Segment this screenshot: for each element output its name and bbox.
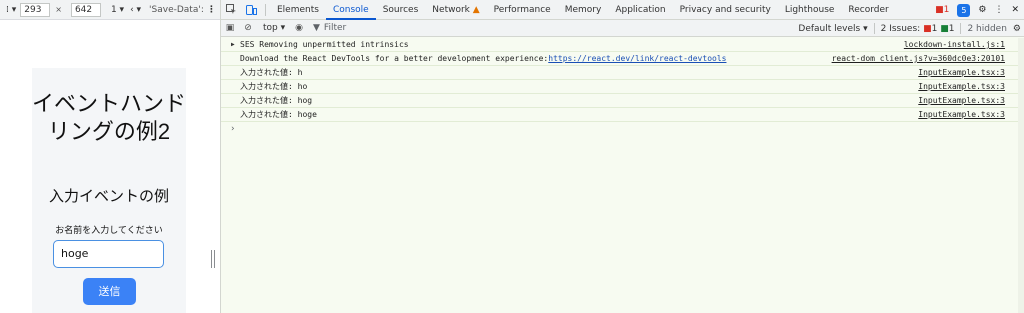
console-toolbar: ▣ ⊘ top ▾ ◉ ▼ Filter Default levels ▾ 2 I… xyxy=(221,20,1024,37)
profile-icon[interactable]: 5 xyxy=(957,3,971,17)
console-row: 入力された値: hoge InputExample.tsx:3 xyxy=(221,108,1024,122)
filter-placeholder: Filter xyxy=(323,23,347,33)
page-heading: イベントハンドリングの例2 xyxy=(32,91,187,144)
source-link[interactable]: InputExample.tsx:3 xyxy=(918,66,1005,79)
throttle-dropdown[interactable]: ‹ ▾ xyxy=(130,5,141,15)
tab-lighthouse[interactable]: Lighthouse xyxy=(778,0,842,20)
tab-network-label: Network xyxy=(432,4,470,15)
issues-label: 2 Issues: xyxy=(880,23,921,34)
device-preview-pane: ⁞ ▾ 293 × 642 1 ▾ ‹ ▾ 'Save-Data': d ⋮ イ… xyxy=(0,0,220,313)
device-menu-button[interactable]: ⁞ ▾ xyxy=(6,5,16,15)
console-row: Download the React DevTools for a better… xyxy=(221,52,1024,66)
tabbar-divider xyxy=(265,3,266,16)
console-messages: ▶ SES Removing unpermitted intrinsics lo… xyxy=(221,38,1024,313)
console-message: 入力された値: ho xyxy=(240,82,308,91)
zoom-dropdown[interactable]: 1 ▾ xyxy=(111,5,124,15)
tab-performance[interactable]: Performance xyxy=(487,0,558,20)
toolbar-divider xyxy=(960,23,962,34)
device-toolbar-toggle-icon[interactable] xyxy=(241,0,261,20)
app-card: イベントハンドリングの例2 入力イベントの例 お名前を入力してください hoge… xyxy=(32,68,186,313)
device-toolbar: ⁞ ▾ 293 × 642 1 ▾ ‹ ▾ 'Save-Data': d ⋮ xyxy=(0,0,220,20)
source-link[interactable]: react-dom_client.js?v=360dc0e3:20101 xyxy=(832,52,1005,65)
console-message: 入力された値: hoge xyxy=(240,110,317,119)
settings-gear-icon[interactable]: ⚙ xyxy=(978,5,986,15)
expand-triangle-icon[interactable]: ▶ xyxy=(231,38,235,51)
tab-privacy-security[interactable]: Privacy and security xyxy=(673,0,778,20)
name-input-label: お名前を入力してください xyxy=(55,226,163,236)
tab-elements[interactable]: Elements xyxy=(270,0,326,20)
console-row: 入力された値: hog InputExample.tsx:3 xyxy=(221,94,1024,108)
hidden-count: 2 hidden xyxy=(967,23,1007,34)
prompt-chevron-icon: › xyxy=(231,124,235,134)
more-options-icon[interactable]: ⋮ xyxy=(994,5,1003,15)
name-input[interactable]: hoge xyxy=(53,240,164,268)
inspect-element-icon[interactable] xyxy=(221,0,241,20)
save-data-dropdown[interactable]: 'Save-Data': d xyxy=(149,5,203,15)
filter-funnel-icon: ▼ xyxy=(313,23,320,33)
sidebar-toggle-icon[interactable]: ▣ xyxy=(221,23,239,33)
console-message: Download the React DevTools for a better… xyxy=(240,54,549,63)
device-height-input[interactable]: 642 xyxy=(70,2,101,17)
issues-info-count: 1 xyxy=(948,23,955,34)
toolbar-divider xyxy=(873,23,875,34)
console-settings-gear-icon[interactable]: ⚙ xyxy=(1013,24,1021,34)
close-devtools-icon[interactable]: ✕ xyxy=(1011,5,1019,15)
console-scrollbar[interactable] xyxy=(1018,38,1024,313)
issues-info-icon: ■ xyxy=(940,23,949,34)
issues-error-icon: ■ xyxy=(923,23,932,34)
error-counter[interactable]: ■1 xyxy=(935,5,949,15)
console-prompt[interactable]: › xyxy=(221,122,1024,136)
context-selector[interactable]: top ▾ xyxy=(263,23,285,33)
console-message: SES Removing unpermitted intrinsics xyxy=(240,40,409,49)
resize-handle[interactable] xyxy=(210,250,216,272)
console-message: 入力された値: h xyxy=(240,68,303,77)
live-expression-eye-icon[interactable]: ◉ xyxy=(295,23,303,33)
filter-input[interactable]: ▼ Filter xyxy=(313,23,346,33)
console-row: 入力された値: h InputExample.tsx:3 xyxy=(221,66,1024,80)
error-count: 1 xyxy=(943,5,950,15)
tab-recorder[interactable]: Recorder xyxy=(841,0,895,20)
issues-button[interactable]: 2 Issues: ■1 ■1 xyxy=(881,24,955,34)
error-icon: ■ xyxy=(935,5,944,15)
console-row: 入力された値: ho InputExample.tsx:3 xyxy=(221,80,1024,94)
console-row[interactable]: ▶ SES Removing unpermitted intrinsics lo… xyxy=(221,38,1024,52)
device-more-icon[interactable]: ⋮ xyxy=(207,5,216,15)
section-heading: 入力イベントの例 xyxy=(48,188,169,205)
clear-console-icon[interactable]: ⊘ xyxy=(239,23,257,33)
issues-error-count: 1 xyxy=(931,23,938,34)
submit-button[interactable]: 送信 xyxy=(83,278,136,305)
devtools-tabbar: Elements Console Sources Network ▲ Perfo… xyxy=(221,0,1024,20)
console-toolbar-right: Default levels ▾ 2 Issues: ■1 ■1 2 hidde… xyxy=(798,20,1021,37)
source-link[interactable]: InputExample.tsx:3 xyxy=(918,94,1005,107)
react-devtools-link[interactable]: https://react.dev/link/react-devtools xyxy=(548,54,726,63)
log-levels-dropdown[interactable]: Default levels ▾ xyxy=(798,24,867,34)
warning-icon: ▲ xyxy=(472,4,480,15)
source-link[interactable]: lockdown-install.js:1 xyxy=(904,38,1005,51)
tab-application[interactable]: Application xyxy=(608,0,672,20)
source-link[interactable]: InputExample.tsx:3 xyxy=(918,80,1005,93)
dimension-times-icon: × xyxy=(55,5,62,14)
tab-network[interactable]: Network ▲ xyxy=(425,0,486,20)
emulated-device: イベントハンドリングの例2 入力イベントの例 お名前を入力してください hoge… xyxy=(10,38,206,313)
devtools-panel: Elements Console Sources Network ▲ Perfo… xyxy=(220,0,1024,313)
tab-sources[interactable]: Sources xyxy=(376,0,426,20)
tabbar-right-controls: ■1 5 ⚙ ⋮ ✕ xyxy=(935,0,1019,20)
source-link[interactable]: InputExample.tsx:3 xyxy=(918,108,1005,121)
tab-console[interactable]: Console xyxy=(325,0,376,20)
device-width-input[interactable]: 293 xyxy=(20,2,51,17)
tab-memory[interactable]: Memory xyxy=(558,0,609,20)
console-message: 入力された値: hog xyxy=(240,96,313,105)
